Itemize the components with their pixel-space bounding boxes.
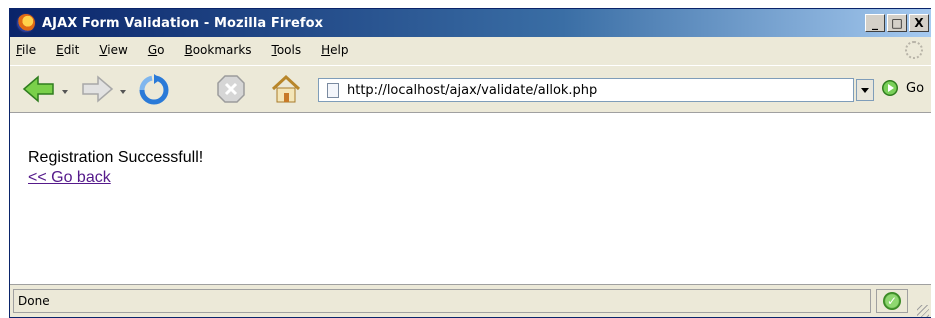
menu-edit-accel: E xyxy=(56,43,64,57)
browser-window: AJAX Form Validation - Mozilla Firefox _… xyxy=(9,8,931,318)
minimize-button[interactable]: _ xyxy=(865,14,885,32)
go-button[interactable]: Go xyxy=(882,80,924,96)
forward-dropdown-icon[interactable] xyxy=(120,90,126,94)
window-title: AJAX Form Validation - Mozilla Firefox xyxy=(42,15,324,31)
home-icon[interactable] xyxy=(270,74,302,104)
navigation-toolbar: Go xyxy=(10,65,931,112)
menu-help[interactable]: Help xyxy=(321,43,348,57)
menu-file-label: ile xyxy=(22,43,37,57)
page-icon xyxy=(327,82,339,98)
back-dropdown-icon[interactable] xyxy=(62,90,68,94)
status-bar: Done ✓ xyxy=(10,284,931,317)
url-history-dropdown[interactable] xyxy=(856,79,874,101)
check-icon[interactable]: ✓ xyxy=(883,292,901,310)
menu-go[interactable]: Go xyxy=(148,43,165,57)
menu-edit[interactable]: Edit xyxy=(56,43,79,57)
forward-arrow-icon[interactable] xyxy=(80,74,114,104)
stop-icon[interactable] xyxy=(216,74,246,104)
menu-help-accel: H xyxy=(321,43,331,57)
resize-grip-icon[interactable] xyxy=(917,305,929,317)
menu-help-label: elp xyxy=(330,43,349,57)
menu-bar: File Edit View Go Bookmarks Tools Help xyxy=(10,37,931,63)
throbber-icon xyxy=(905,41,923,59)
back-arrow-icon[interactable] xyxy=(22,74,56,104)
menu-bookmarks[interactable]: Bookmarks xyxy=(184,43,251,57)
go-back-link[interactable]: << Go back xyxy=(28,169,111,187)
reload-icon[interactable] xyxy=(138,74,170,106)
menu-tools[interactable]: Tools xyxy=(272,43,302,57)
menu-file[interactable]: File xyxy=(16,43,36,57)
url-input[interactable] xyxy=(347,82,827,98)
menu-edit-label: dit xyxy=(63,43,80,57)
page-content: Registration Successfull! << Go back xyxy=(10,112,931,284)
menu-go-accel: G xyxy=(147,43,158,57)
chevron-down-icon xyxy=(861,87,869,93)
go-label: Go xyxy=(906,80,925,96)
menu-tools-label: ools xyxy=(276,43,302,57)
menu-go-label: o xyxy=(157,43,165,57)
menu-bookmarks-accel: B xyxy=(184,43,193,57)
go-arrow-icon xyxy=(882,80,898,96)
status-icon-panel: ✓ xyxy=(876,289,908,313)
firefox-logo-icon xyxy=(16,13,36,33)
close-button[interactable]: X xyxy=(909,14,929,32)
menu-view[interactable]: View xyxy=(99,43,127,57)
maximize-button[interactable]: □ xyxy=(887,14,907,32)
registration-message: Registration Successfull! xyxy=(28,149,204,166)
menu-bookmarks-label: ookmarks xyxy=(192,43,252,57)
status-text: Done xyxy=(18,294,50,308)
window-controls: _ □ X xyxy=(865,14,929,32)
status-text-panel: Done xyxy=(13,289,871,313)
address-bar[interactable] xyxy=(318,78,854,102)
menu-view-label: iew xyxy=(107,43,128,57)
title-bar[interactable]: AJAX Form Validation - Mozilla Firefox _… xyxy=(10,9,931,37)
